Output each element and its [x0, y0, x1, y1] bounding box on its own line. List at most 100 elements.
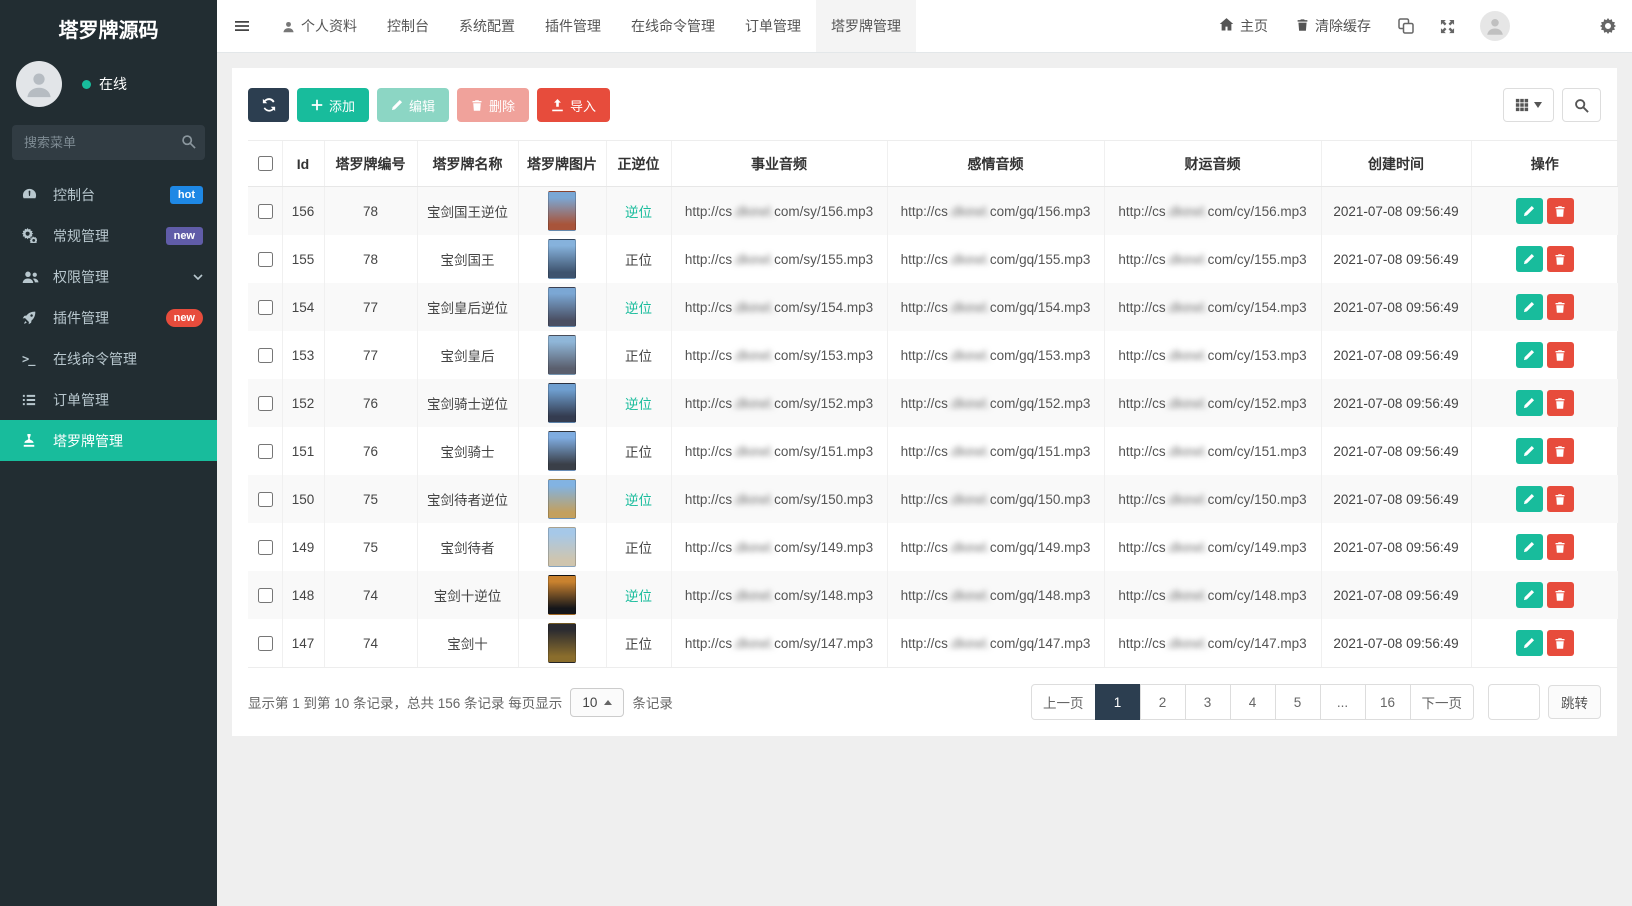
import-button[interactable]: 导入: [537, 88, 610, 122]
actions-cell: [1471, 331, 1618, 379]
tab-config[interactable]: 系统配置: [444, 0, 530, 52]
row-checkbox[interactable]: [258, 492, 273, 507]
tab-order[interactable]: 订单管理: [730, 0, 816, 52]
sidebar-item-general[interactable]: 常规管理new: [0, 215, 217, 256]
row-edit-button[interactable]: [1516, 630, 1543, 656]
tab-addon[interactable]: 插件管理: [530, 0, 616, 52]
row-delete-button[interactable]: [1547, 486, 1574, 512]
page-button-5[interactable]: 5: [1275, 684, 1321, 720]
created-time-cell: 2021-07-08 09:56:49: [1321, 619, 1471, 668]
url-blurred-part: .dkewl.: [732, 492, 774, 507]
table-search-button[interactable]: [1562, 88, 1601, 122]
row-edit-button[interactable]: [1516, 294, 1543, 320]
user-avatar[interactable]: [1480, 11, 1510, 41]
row-checkbox[interactable]: [258, 252, 273, 267]
url-prefix: http://cs: [685, 348, 732, 363]
sidebar-item-tarot[interactable]: 塔罗牌管理: [0, 420, 217, 461]
delete-button[interactable]: 删除: [457, 88, 529, 122]
row-delete-button[interactable]: [1547, 438, 1574, 464]
row-checkbox[interactable]: [258, 636, 273, 651]
sidebar-item-addon[interactable]: 插件管理new: [0, 297, 217, 338]
row-delete-button[interactable]: [1547, 582, 1574, 608]
wealth-audio-cell: http://cs.dkewl.com/cy/148.mp3: [1104, 571, 1321, 619]
home-link[interactable]: 主页: [1205, 16, 1282, 36]
table-row: 15176宝剑骑士正位http://cs.dkewl.com/sy/151.mp…: [248, 427, 1618, 475]
career-audio-cell: http://cs.dkewl.com/sy/148.mp3: [671, 571, 887, 619]
column-header: 塔罗牌名称: [417, 141, 518, 187]
page-button-下一页[interactable]: 下一页: [1410, 684, 1475, 720]
clear-cache-link[interactable]: 清除缓存: [1282, 16, 1385, 36]
edit-button[interactable]: 编辑: [377, 88, 449, 122]
add-button[interactable]: 添加: [297, 88, 369, 122]
row-edit-button[interactable]: [1516, 246, 1543, 272]
tab-command[interactable]: 在线命令管理: [616, 0, 730, 52]
row-delete-button[interactable]: [1547, 390, 1574, 416]
page-button-16[interactable]: 16: [1365, 684, 1411, 720]
row-edit-button[interactable]: [1516, 198, 1543, 224]
row-checkbox[interactable]: [258, 204, 273, 219]
page-button-4[interactable]: 4: [1230, 684, 1276, 720]
row-edit-button[interactable]: [1516, 582, 1543, 608]
select-all-checkbox[interactable]: [258, 156, 273, 171]
tab-profile[interactable]: 个人资料: [267, 0, 372, 52]
tarot-card-image: [548, 287, 576, 327]
caret-up-icon: [604, 700, 612, 705]
love-audio-cell: http://cs.dkewl.com/gq/153.mp3: [887, 331, 1104, 379]
row-edit-button[interactable]: [1516, 342, 1543, 368]
search-icon[interactable]: [181, 134, 196, 154]
tab-console[interactable]: 控制台: [372, 0, 444, 52]
page-button-...[interactable]: ...: [1320, 684, 1366, 720]
card-number-cell: 76: [324, 427, 417, 475]
row-edit-button[interactable]: [1516, 534, 1543, 560]
url-prefix: http://cs: [685, 540, 732, 555]
card-image-cell: [518, 475, 606, 523]
row-edit-button[interactable]: [1516, 438, 1543, 464]
select-cell: [248, 283, 282, 331]
tarot-card-image: [548, 623, 576, 663]
row-edit-button[interactable]: [1516, 390, 1543, 416]
page-button-上一页[interactable]: 上一页: [1031, 684, 1096, 720]
url-path: com/cy/150.mp3: [1208, 492, 1307, 507]
row-delete-button[interactable]: [1547, 630, 1574, 656]
row-delete-button[interactable]: [1547, 342, 1574, 368]
clear-cache-label: 清除缓存: [1315, 16, 1371, 36]
row-checkbox[interactable]: [258, 588, 273, 603]
tab-label: 插件管理: [545, 16, 601, 36]
page-button-1[interactable]: 1: [1095, 684, 1141, 720]
sidebar-item-command[interactable]: >_在线命令管理: [0, 338, 217, 379]
row-delete-button[interactable]: [1547, 534, 1574, 560]
row-delete-button[interactable]: [1547, 246, 1574, 272]
row-checkbox[interactable]: [258, 444, 273, 459]
url-path: com/sy/152.mp3: [774, 396, 873, 411]
page-button-2[interactable]: 2: [1140, 684, 1186, 720]
jump-page-input[interactable]: [1488, 684, 1540, 720]
sidebar-item-order[interactable]: 订单管理: [0, 379, 217, 420]
row-checkbox[interactable]: [258, 396, 273, 411]
row-delete-button[interactable]: [1547, 198, 1574, 224]
row-delete-button[interactable]: [1547, 294, 1574, 320]
select-cell: [248, 619, 282, 668]
page-size-select[interactable]: 10: [570, 688, 624, 717]
url-path: com/cy/147.mp3: [1208, 636, 1307, 651]
love-audio-cell: http://cs.dkewl.com/gq/147.mp3: [887, 619, 1104, 668]
jump-button[interactable]: 跳转: [1548, 685, 1601, 719]
columns-button[interactable]: [1503, 88, 1554, 122]
url-prefix: http://cs: [1118, 492, 1165, 507]
row-checkbox[interactable]: [258, 348, 273, 363]
sidebar-item-auth[interactable]: 权限管理: [0, 256, 217, 297]
hamburger-icon[interactable]: [217, 18, 267, 34]
row-checkbox[interactable]: [258, 540, 273, 555]
tab-tarot[interactable]: 塔罗牌管理: [816, 0, 916, 52]
row-checkbox[interactable]: [258, 300, 273, 315]
language-icon[interactable]: [1385, 18, 1427, 34]
sidebar-item-console[interactable]: 控制台hot: [0, 174, 217, 215]
table-row: 15377宝剑皇后正位http://cs.dkewl.com/sy/153.mp…: [248, 331, 1618, 379]
settings-gear-icon[interactable]: [1600, 18, 1616, 34]
refresh-button[interactable]: [248, 88, 289, 122]
id-cell: 149: [282, 523, 324, 571]
row-edit-button[interactable]: [1516, 486, 1543, 512]
fullscreen-icon[interactable]: [1427, 19, 1468, 34]
card-number-cell: 74: [324, 619, 417, 668]
page-button-3[interactable]: 3: [1185, 684, 1231, 720]
menu-search-input[interactable]: [12, 125, 205, 160]
